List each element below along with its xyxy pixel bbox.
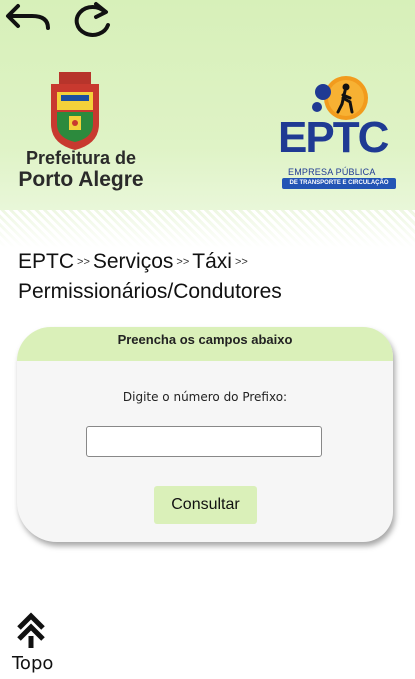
back-to-top-link[interactable]: Topo bbox=[10, 612, 70, 674]
site-header: Prefeitura de Porto Alegre EPTC EMPRESA … bbox=[0, 0, 415, 210]
prefeitura-line2: Porto Alegre bbox=[18, 168, 144, 191]
undo-arrow-icon[interactable] bbox=[2, 0, 52, 38]
breadcrumb-separator: >> bbox=[234, 256, 248, 268]
breadcrumb-link-taxi[interactable]: Táxi bbox=[192, 250, 232, 273]
top-label: Topo bbox=[12, 653, 54, 674]
prefix-field-label: Digite o número do Prefixo: bbox=[122, 390, 288, 404]
breadcrumb-current: Permissionários/Condutores bbox=[18, 280, 282, 303]
prefeitura-line1: Prefeitura de bbox=[25, 148, 137, 168]
prefix-search-card: Preencha os campos abaixo Digite o númer… bbox=[17, 327, 393, 542]
prefeitura-crest-logo bbox=[51, 72, 99, 150]
prefeitura-logo-text: Prefeitura de Porto Alegre bbox=[16, 148, 146, 190]
consultar-button[interactable]: Consultar bbox=[154, 486, 257, 524]
card-header: Preencha os campos abaixo bbox=[17, 327, 393, 361]
eptc-subtitle-2: DE TRANSPORTE E CIRCULAÇÃO bbox=[282, 178, 396, 189]
breadcrumb-separator: >> bbox=[176, 256, 190, 268]
prefix-input[interactable] bbox=[86, 426, 322, 457]
breadcrumb-separator: >> bbox=[77, 256, 90, 268]
header-stripe-fade bbox=[0, 210, 415, 248]
eptc-logo-text: EPTC bbox=[278, 113, 389, 162]
breadcrumb: EPTC >> Serviços >> Táxi >> Permissionários/C… bbox=[18, 247, 408, 306]
eptc-subtitle-1: EMPRESA PÚBLICA bbox=[288, 167, 376, 177]
reload-icon[interactable] bbox=[66, 0, 116, 38]
double-chevron-up-icon bbox=[17, 612, 45, 648]
breadcrumb-link-eptc[interactable]: EPTC bbox=[18, 250, 74, 273]
breadcrumb-link-servicos[interactable]: Serviços bbox=[93, 250, 174, 273]
